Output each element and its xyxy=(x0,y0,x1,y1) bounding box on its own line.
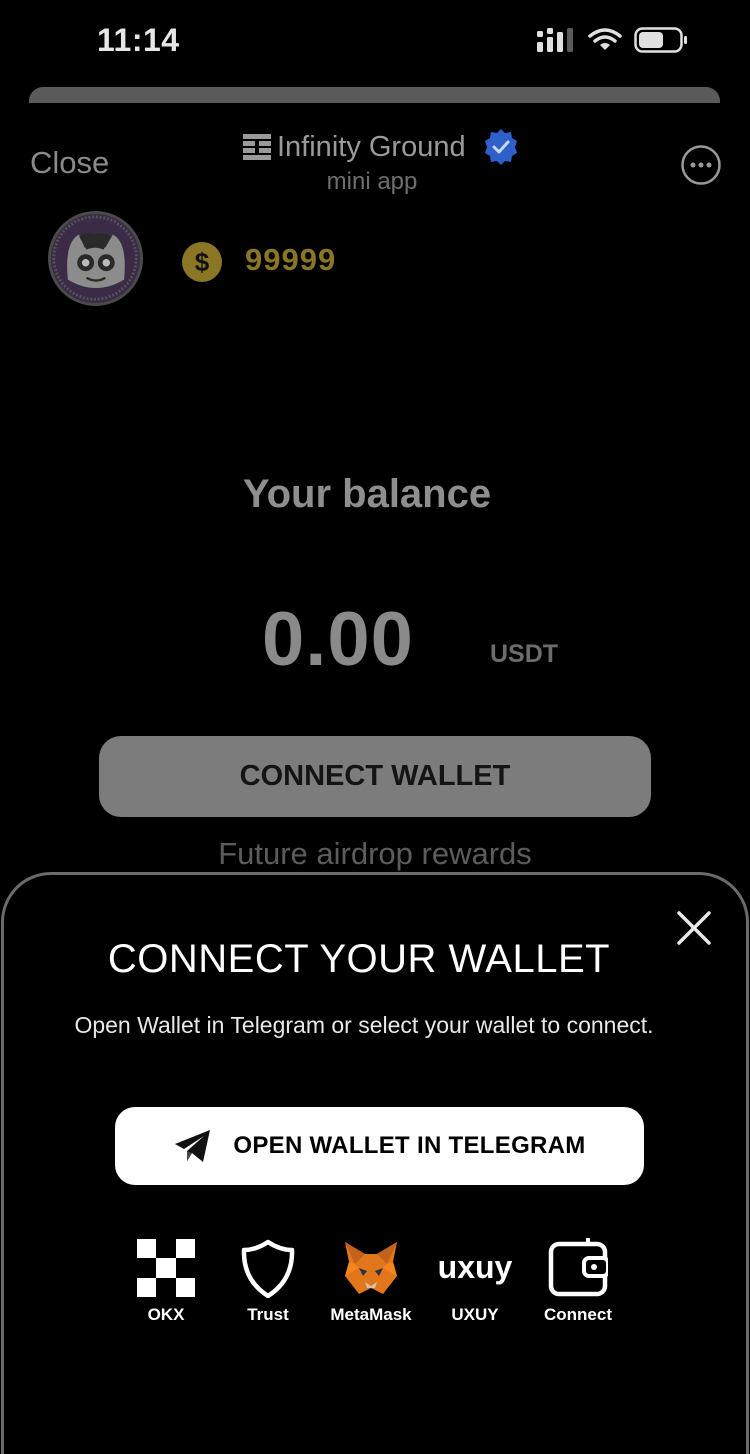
wallet-option-trust[interactable]: Trust xyxy=(218,1238,318,1328)
uxuy-logo-icon: uxuy xyxy=(438,1249,513,1285)
modal-subtitle: Open Wallet in Telegram or select your w… xyxy=(74,1012,654,1038)
cat-avatar-icon xyxy=(51,214,140,303)
wallet-label: MetaMask xyxy=(330,1305,412,1324)
app-title: Infinity Ground xyxy=(277,130,466,163)
wallet-label: OKX xyxy=(147,1305,185,1324)
wallet-connect-icon xyxy=(548,1238,608,1297)
wallet-option-okx[interactable]: OKX xyxy=(116,1238,216,1328)
open-wallet-in-telegram-button[interactable]: OPEN WALLET IN TELEGRAM xyxy=(115,1107,644,1185)
wallet-option-uxuy[interactable]: uxuy UXUY xyxy=(425,1238,525,1328)
svg-text:$: $ xyxy=(195,247,210,277)
app-title-group: Infinity Ground xyxy=(243,127,466,167)
app-subtitle: mini app xyxy=(326,168,418,195)
avatar[interactable] xyxy=(48,211,143,306)
trust-shield-icon xyxy=(241,1239,295,1298)
cellular-signal-icon xyxy=(537,28,573,52)
wallet-option-connect[interactable]: Connect xyxy=(528,1238,628,1328)
wifi-icon xyxy=(588,28,622,50)
status-time: 11:14 xyxy=(97,22,180,58)
svg-text:uxuy: uxuy xyxy=(438,1249,513,1285)
sheet-handle xyxy=(29,87,720,103)
coin-icon: $ xyxy=(182,242,222,282)
status-bar: 11:14 xyxy=(0,0,750,80)
telegram-icon xyxy=(175,1130,211,1162)
modal-title: CONNECT YOUR WALLET xyxy=(107,937,611,981)
more-options-icon[interactable] xyxy=(680,144,722,186)
balance-unit: USDT xyxy=(490,640,559,668)
verified-badge-icon xyxy=(485,129,517,165)
balance-label: Your balance xyxy=(242,472,492,516)
wallet-option-metamask[interactable]: MetaMask xyxy=(321,1238,421,1328)
wallet-label: Connect xyxy=(544,1305,612,1324)
wallet-label: Trust xyxy=(247,1305,289,1324)
okx-icon xyxy=(137,1239,195,1297)
airdrop-rewards-text: Future airdrop rewards xyxy=(218,836,532,871)
battery-icon xyxy=(634,27,687,53)
telegram-button-label: OPEN WALLET IN TELEGRAM xyxy=(233,1132,586,1159)
connect-wallet-button[interactable]: CONNECT WALLET xyxy=(99,736,651,817)
coin-balance: 99999 xyxy=(245,242,337,277)
wallet-label: UXUY xyxy=(451,1305,499,1324)
app-logo-icon xyxy=(243,134,271,160)
balance-value: 0.00 xyxy=(262,597,414,682)
metamask-fox-icon xyxy=(345,1242,397,1294)
